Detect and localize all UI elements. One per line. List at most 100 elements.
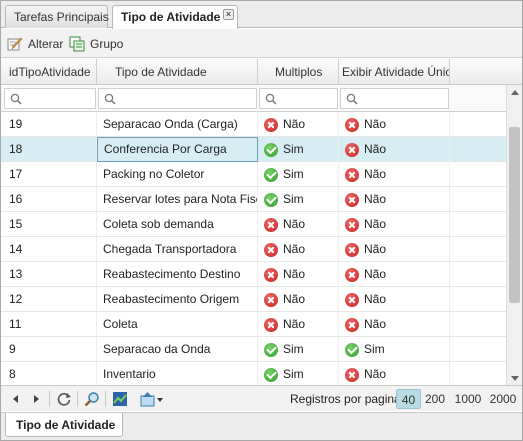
cell-tipo[interactable]: Coleta sob demanda xyxy=(97,212,258,237)
table-row[interactable]: 15 Coleta sob demanda Não Não xyxy=(1,212,506,237)
table-row[interactable]: 19 Separacao Onda (Carga) Não Não xyxy=(1,112,506,137)
flag-label: Não xyxy=(364,317,387,331)
table-row[interactable]: 8 Inventario Sim Não xyxy=(1,362,506,385)
cell-id: 12 xyxy=(1,287,97,312)
cell-exibir: Sim xyxy=(339,337,450,362)
flag-exibir: Não xyxy=(345,212,449,237)
table-row[interactable]: 16 Reservar lotes para Nota Fiscal Sim Não xyxy=(1,187,506,212)
table-row[interactable]: 18 Conferencia Por Carga Sim Não xyxy=(1,137,506,162)
cell-tipo[interactable]: Chegada Transportadora xyxy=(97,237,258,262)
table-row[interactable]: 9 Separacao da Onda Sim Sim xyxy=(1,337,506,362)
cell-tipo[interactable]: Coleta xyxy=(97,312,258,337)
cell-multiplos: Não xyxy=(258,287,339,312)
page-size-2000[interactable]: 2000 xyxy=(488,389,518,409)
table-row[interactable]: 13 Reabastecimento Destino Não Não xyxy=(1,262,506,287)
x-circle-icon xyxy=(345,367,359,382)
filter-multiplos-input[interactable] xyxy=(259,88,338,109)
prev-page-button[interactable] xyxy=(7,390,25,408)
page-size-1000[interactable]: 1000 xyxy=(453,389,483,409)
cell-tipo[interactable]: Separacao da Onda xyxy=(97,337,258,362)
column-header-exibir[interactable]: Exibir Atividade Única xyxy=(339,59,450,85)
flag-exibir: Não xyxy=(345,312,449,337)
filter-exibir-input[interactable] xyxy=(340,88,449,109)
search-icon xyxy=(265,93,277,105)
search-button[interactable] xyxy=(83,390,101,408)
cell-id: 11 xyxy=(1,312,97,337)
grid-header: idTipoAtividade Tipo de Atividade Multip… xyxy=(1,59,522,85)
column-header-id[interactable]: idTipoAtividade xyxy=(1,59,97,85)
flag-label: Não xyxy=(283,117,306,131)
cell-tipo[interactable]: Separacao Onda (Carga) xyxy=(97,112,258,137)
table-row[interactable]: 11 Coleta Não Não xyxy=(1,312,506,337)
flag-label: Sim xyxy=(283,342,304,356)
refresh-icon xyxy=(57,393,71,406)
page-size-40[interactable]: 40 xyxy=(396,389,421,409)
app-window: Tarefas Principais Tipo de Atividade × A… xyxy=(0,0,523,441)
chart-button[interactable] xyxy=(111,390,129,408)
cell-multiplos: Não xyxy=(258,237,339,262)
cell-exibir: Não xyxy=(339,112,450,137)
flag-label: Sim xyxy=(364,342,385,356)
edit-button[interactable]: Alterar xyxy=(7,34,63,54)
flag-exibir: Sim xyxy=(345,337,449,362)
x-circle-icon xyxy=(264,242,278,257)
filter-id-input[interactable] xyxy=(4,88,96,109)
cell-id: 18 xyxy=(1,137,97,162)
next-page-button[interactable] xyxy=(27,390,45,408)
cell-id: 13 xyxy=(1,262,97,287)
cell-id: 17 xyxy=(1,162,97,187)
bottom-tab-tipo-de-atividade[interactable]: Tipo de Atividade xyxy=(5,413,123,437)
flag-label: Não xyxy=(364,267,387,281)
cell-tipo[interactable]: Packing no Coletor xyxy=(97,162,258,187)
x-circle-icon xyxy=(264,317,278,332)
flag-label: Não xyxy=(364,167,387,181)
tab-tarefas-principais[interactable]: Tarefas Principais xyxy=(5,5,109,28)
x-circle-icon xyxy=(345,242,359,257)
cell-exibir: Não xyxy=(339,312,450,337)
cell-exibir: Não xyxy=(339,212,450,237)
flag-label: Não xyxy=(364,117,387,131)
cell-id: 15 xyxy=(1,212,97,237)
scroll-up-icon[interactable] xyxy=(511,90,519,95)
search-icon xyxy=(10,93,22,105)
chart-icon xyxy=(113,392,127,406)
group-label: Grupo xyxy=(90,37,124,51)
tab-tipo-de-atividade[interactable]: Tipo de Atividade × xyxy=(112,5,238,29)
column-header-multiplos[interactable]: Multiplos xyxy=(258,59,339,85)
cell-tipo[interactable]: Conferencia Por Carga xyxy=(97,137,258,162)
table-row[interactable]: 14 Chegada Transportadora Não Não xyxy=(1,237,506,262)
column-header-tipo[interactable]: Tipo de Atividade xyxy=(97,59,258,85)
scroll-down-icon[interactable] xyxy=(511,376,519,381)
group-button[interactable]: Grupo xyxy=(69,34,123,54)
cell-tipo[interactable]: Reservar lotes para Nota Fiscal xyxy=(97,187,258,212)
flag-exibir: Não xyxy=(345,137,449,162)
filter-row xyxy=(1,85,522,112)
flag-exibir: Não xyxy=(345,287,449,312)
pager: Registros por pagina: 40 200 1000 2000 xyxy=(1,385,522,411)
cell-multiplos: Não xyxy=(258,112,339,137)
flag-exibir: Não xyxy=(345,237,449,262)
table-row[interactable]: 17 Packing no Coletor Sim Não xyxy=(1,162,506,187)
scroll-thumb[interactable] xyxy=(509,127,520,303)
flag-label: Não xyxy=(283,242,306,256)
cell-multiplos: Sim xyxy=(258,337,339,362)
arrow-right-icon xyxy=(34,395,39,403)
cell-id: 8 xyxy=(1,362,97,385)
close-icon[interactable]: × xyxy=(223,9,234,20)
cell-tipo[interactable]: Reabastecimento Origem xyxy=(97,287,258,312)
cell-tipo[interactable]: Inventario xyxy=(97,362,258,385)
vertical-scrollbar[interactable] xyxy=(506,85,522,385)
cell-multiplos: Não xyxy=(258,312,339,337)
cell-exibir: Não xyxy=(339,187,450,212)
refresh-button[interactable] xyxy=(55,390,73,408)
export-button[interactable] xyxy=(139,390,165,408)
filter-tipo-input[interactable] xyxy=(98,88,257,109)
flag-exibir: Não xyxy=(345,162,449,187)
flag-exibir: Não xyxy=(345,112,449,137)
cell-multiplos: Sim xyxy=(258,187,339,212)
flag-multiplos: Não xyxy=(264,287,338,312)
cell-tipo[interactable]: Reabastecimento Destino xyxy=(97,262,258,287)
x-circle-icon xyxy=(264,117,278,132)
page-size-200[interactable]: 200 xyxy=(423,389,447,409)
table-row[interactable]: 12 Reabastecimento Origem Não Não xyxy=(1,287,506,312)
